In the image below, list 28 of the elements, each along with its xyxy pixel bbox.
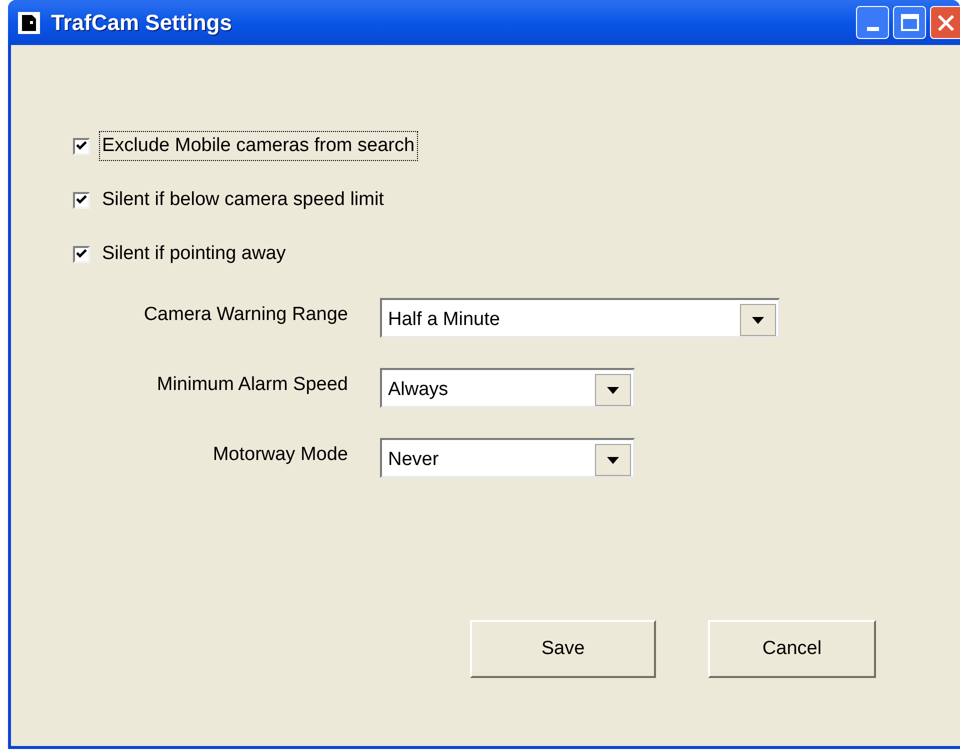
checkmark-icon: [76, 195, 87, 205]
checkbox[interactable]: [73, 192, 90, 208]
dropdown[interactable]: Always: [380, 368, 635, 408]
maximize-button[interactable]: [893, 6, 926, 39]
dropdown[interactable]: Never: [380, 438, 635, 478]
dropdown-arrow-icon: [607, 386, 619, 394]
field-label: Camera Warning Range: [142, 302, 348, 327]
dropdown-arrow-icon: [752, 316, 764, 324]
checkbox-label[interactable]: Silent if below camera speed limit: [100, 186, 386, 214]
maximize-icon: [900, 14, 918, 31]
checkbox-label[interactable]: Exclude Mobile cameras from search: [100, 132, 417, 160]
field-label: Motorway Mode: [212, 442, 348, 467]
close-icon: [936, 14, 954, 32]
checkbox[interactable]: [73, 138, 90, 154]
checkbox[interactable]: [73, 246, 90, 262]
window-title: TrafCam Settings: [51, 9, 232, 37]
close-button[interactable]: [930, 6, 960, 39]
app-icon: [17, 10, 41, 34]
field-label: Minimum Alarm Speed: [156, 372, 348, 397]
dropdown[interactable]: Half a Minute: [380, 298, 780, 338]
minimize-icon: [866, 27, 878, 31]
minimize-button[interactable]: [856, 6, 889, 39]
cancel-button[interactable]: Cancel: [708, 620, 876, 678]
checkbox-label[interactable]: Silent if pointing away: [100, 240, 288, 268]
dropdown-arrow-icon: [607, 456, 619, 464]
save-button[interactable]: Save: [470, 620, 656, 678]
checkmark-icon: [76, 249, 87, 259]
checkmark-icon: [76, 141, 87, 151]
